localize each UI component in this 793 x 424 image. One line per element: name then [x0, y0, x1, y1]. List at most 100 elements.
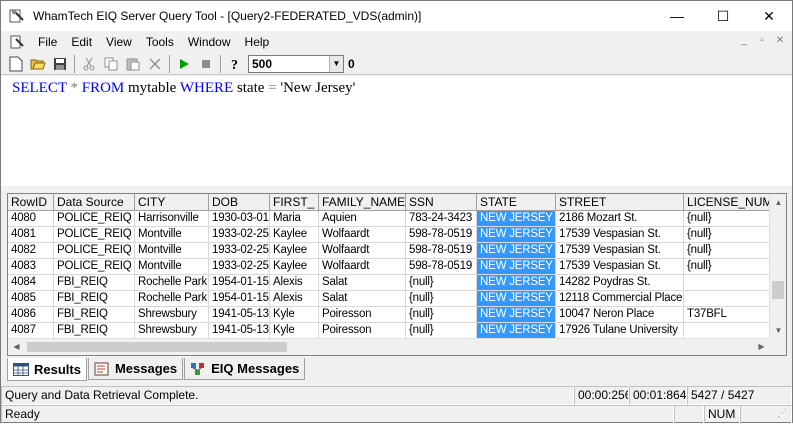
stop-icon[interactable] — [195, 54, 217, 74]
cut-icon[interactable] — [78, 54, 100, 74]
table-cell[interactable]: Montville — [135, 243, 209, 259]
table-cell[interactable]: NEW JERSEY — [477, 307, 556, 323]
table-cell[interactable]: Shrewsbury — [135, 323, 209, 339]
table-cell[interactable]: 4081 — [8, 227, 54, 243]
table-cell[interactable]: NEW JERSEY — [477, 323, 556, 339]
table-cell[interactable]: Montville — [135, 227, 209, 243]
table-cell[interactable]: NEW JERSEY — [477, 211, 556, 227]
column-header[interactable]: STATE — [477, 194, 556, 211]
table-cell[interactable] — [684, 275, 774, 291]
resize-grip-icon[interactable]: ⋰ — [777, 408, 791, 422]
table-cell[interactable]: 10047 Neron Place — [556, 307, 684, 323]
table-cell[interactable]: POLICE_REIQ — [54, 211, 135, 227]
table-cell[interactable]: 1933-02-25 — [209, 227, 270, 243]
editor-results-splitter[interactable] — [1, 186, 792, 193]
table-cell[interactable]: 598-78-0519 — [406, 243, 477, 259]
tab-eiq-messages[interactable]: EIQ Messages — [184, 358, 306, 380]
table-cell[interactable]: 1930-03-01 — [209, 211, 270, 227]
mdi-close-button[interactable]: ✕ — [772, 34, 788, 48]
column-header[interactable]: SSN — [406, 194, 477, 211]
table-cell[interactable]: 17539 Vespasian St. — [556, 227, 684, 243]
table-cell[interactable]: Poiresson — [319, 323, 406, 339]
table-cell[interactable]: 17539 Vespasian St. — [556, 259, 684, 275]
table-cell[interactable]: NEW JERSEY — [477, 275, 556, 291]
table-cell[interactable]: 4087 — [8, 323, 54, 339]
column-header[interactable]: LICENSE_NUMB — [684, 194, 774, 211]
table-cell[interactable]: 17926 Tulane University — [556, 323, 684, 339]
table-cell[interactable]: {null} — [684, 211, 774, 227]
table-row[interactable]: 4081 POLICE_REIQ Montville 1933-02-25 Kaylee… — [8, 227, 774, 243]
table-cell[interactable]: {null} — [684, 259, 774, 275]
table-cell[interactable] — [684, 291, 774, 307]
help-icon[interactable]: ? — [224, 54, 246, 74]
menu-tools[interactable]: Tools — [139, 31, 181, 53]
scroll-left-icon[interactable]: ◀ — [8, 339, 25, 355]
table-row[interactable]: 4084 FBI_REIQ Rochelle Park 1954-01-15 Alexi… — [8, 275, 774, 291]
table-cell[interactable]: Aquien — [319, 211, 406, 227]
tab-messages[interactable]: Messages — [87, 358, 184, 380]
scroll-right-icon[interactable]: ▶ — [753, 339, 770, 355]
table-cell[interactable]: 1941-05-13 — [209, 323, 270, 339]
delete-icon[interactable] — [144, 54, 166, 74]
open-icon[interactable] — [27, 54, 49, 74]
table-cell[interactable]: Kaylee — [270, 227, 319, 243]
horizontal-scroll-thumb[interactable] — [27, 342, 287, 352]
column-header[interactable]: STREET — [556, 194, 684, 211]
table-cell[interactable]: FBI_REIQ — [54, 275, 135, 291]
mdi-restore-button[interactable]: ▫ — [754, 34, 770, 48]
copy-icon[interactable] — [100, 54, 122, 74]
table-row[interactable]: 4080 POLICE_REIQ Harrisonville 1930-03-01 Ma… — [8, 211, 774, 227]
column-header[interactable]: Data Source — [54, 194, 135, 211]
close-button[interactable]: ✕ — [746, 1, 792, 31]
column-header[interactable]: FIRST_ — [270, 194, 319, 211]
table-cell[interactable]: 14282 Poydras St. — [556, 275, 684, 291]
table-cell[interactable]: T37BFL — [684, 307, 774, 323]
table-cell[interactable]: NEW JERSEY — [477, 227, 556, 243]
paste-icon[interactable] — [122, 54, 144, 74]
chevron-down-icon[interactable]: ▼ — [329, 55, 343, 72]
table-cell[interactable]: Wolfaardt — [319, 227, 406, 243]
table-cell[interactable]: POLICE_REIQ — [54, 227, 135, 243]
table-cell[interactable]: NEW JERSEY — [477, 259, 556, 275]
table-cell[interactable]: {null} — [684, 243, 774, 259]
table-cell[interactable]: NEW JERSEY — [477, 243, 556, 259]
menu-help[interactable]: Help — [238, 31, 277, 53]
run-icon[interactable] — [173, 54, 195, 74]
table-cell[interactable]: Alexis — [270, 275, 319, 291]
document-icon[interactable] — [9, 34, 25, 50]
table-cell[interactable]: 2186 Mozart St. — [556, 211, 684, 227]
table-cell[interactable]: 598-78-0519 — [406, 227, 477, 243]
horizontal-scrollbar[interactable]: ◀ ▶ — [8, 338, 770, 355]
table-cell[interactable]: FBI_REIQ — [54, 291, 135, 307]
table-cell[interactable]: 17539 Vespasian St. — [556, 243, 684, 259]
menu-window[interactable]: Window — [181, 31, 238, 53]
table-cell[interactable]: Rochelle Park — [135, 275, 209, 291]
table-cell[interactable]: Shrewsbury — [135, 307, 209, 323]
table-cell[interactable]: 4084 — [8, 275, 54, 291]
save-icon[interactable] — [49, 54, 71, 74]
table-cell[interactable]: Harrisonville — [135, 211, 209, 227]
table-cell[interactable]: Maria — [270, 211, 319, 227]
table-cell[interactable]: 1933-02-25 — [209, 259, 270, 275]
table-cell[interactable]: Kyle — [270, 307, 319, 323]
minimize-button[interactable]: — — [654, 1, 700, 31]
table-cell[interactable]: NEW JERSEY — [477, 291, 556, 307]
new-icon[interactable] — [5, 54, 27, 74]
table-cell[interactable]: FBI_REIQ — [54, 307, 135, 323]
table-cell[interactable]: {null} — [406, 275, 477, 291]
table-cell[interactable]: {null} — [684, 227, 774, 243]
maximize-button[interactable]: ☐ — [700, 1, 746, 31]
table-cell[interactable]: Kaylee — [270, 243, 319, 259]
scroll-down-icon[interactable]: ▼ — [770, 322, 786, 339]
table-cell[interactable]: {null} — [406, 291, 477, 307]
menu-edit[interactable]: Edit — [64, 31, 99, 53]
row-limit-combo[interactable]: 500 ▼ — [248, 54, 344, 73]
table-cell[interactable]: 4085 — [8, 291, 54, 307]
table-cell[interactable]: Kaylee — [270, 259, 319, 275]
tab-results[interactable]: Results — [7, 358, 87, 381]
table-cell[interactable]: 4080 — [8, 211, 54, 227]
table-cell[interactable]: Montville — [135, 259, 209, 275]
table-cell[interactable]: Rochelle Park — [135, 291, 209, 307]
table-cell[interactable]: 1954-01-15 — [209, 291, 270, 307]
table-cell[interactable]: 12118 Commercial Place — [556, 291, 684, 307]
